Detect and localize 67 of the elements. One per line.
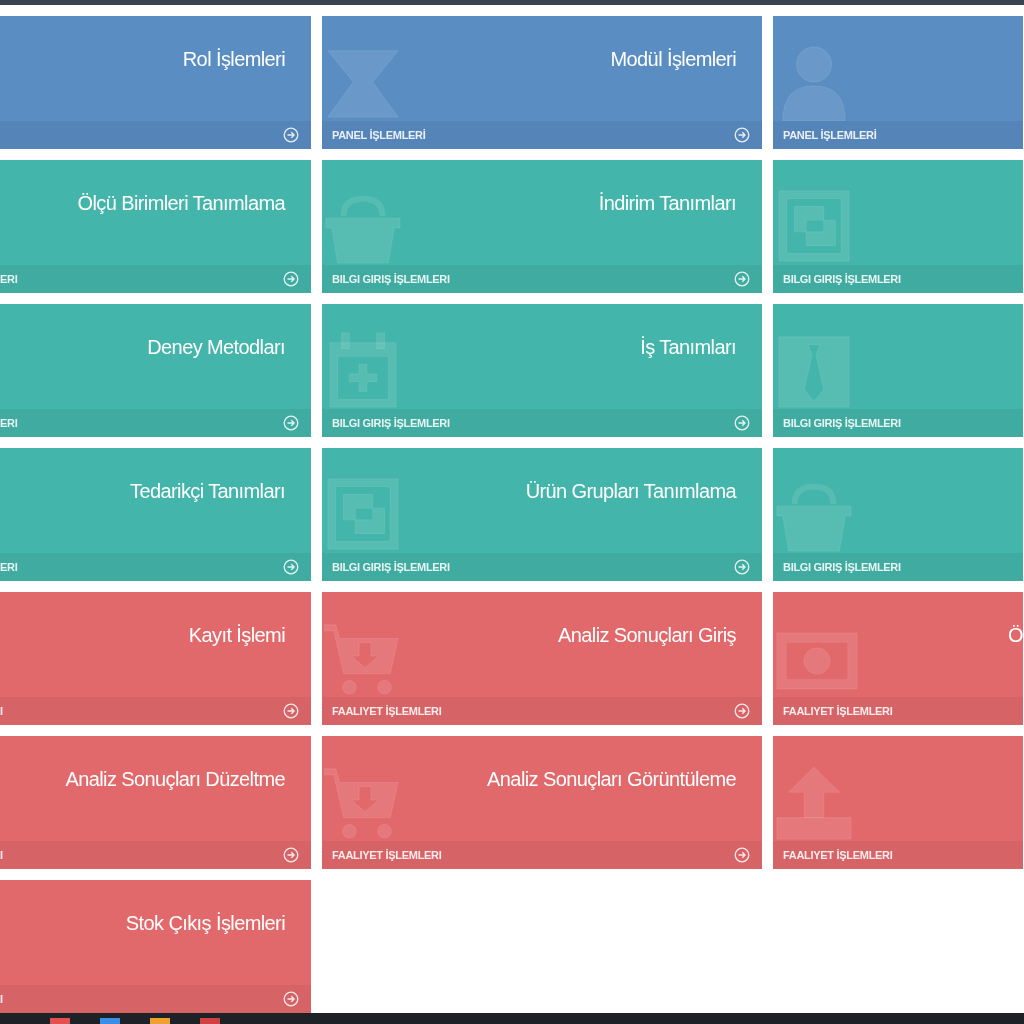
menu-tile[interactable]: Analiz Sonuçları Düzeltme I [0, 736, 311, 869]
tile-title: Deney Metodları [146, 335, 286, 359]
category-label: I [0, 993, 3, 1005]
menu-tile[interactable]: Ölçü Birimleri Tanımlama ERI [0, 160, 311, 293]
menu-tile[interactable]: FAALIYET İŞLEMLERI [773, 736, 1023, 869]
tile-title: Tedarikçi Tanımları [129, 479, 286, 503]
category-label: BILGI GIRIŞ İŞLEMLERI [783, 273, 901, 285]
category-label: PANEL İŞLEMLERİ [332, 129, 426, 141]
menu-tile[interactable]: Analiz Sonuçları Görüntüleme FAALIYET İŞLEMLERI [322, 736, 762, 869]
category-label: BILGI GIRIŞ İŞLEMLERI [332, 561, 450, 573]
arrow-circle-icon[interactable] [734, 271, 750, 287]
frames-icon [775, 187, 853, 265]
menu-tile[interactable]: Deney Metodları ERI [0, 304, 311, 437]
arrow-circle-icon[interactable] [734, 847, 750, 863]
menu-tile[interactable]: PANEL İŞLEMLERİ [773, 16, 1023, 149]
category-label: FAALIYET İŞLEMLERI [783, 705, 893, 717]
arrow-circle-icon[interactable] [283, 127, 299, 143]
category-label: I [0, 849, 3, 861]
category-label: BILGI GIRIŞ İŞLEMLERI [783, 561, 901, 573]
tile-title: Ö [1007, 623, 1023, 647]
menu-tile[interactable]: Stok Çıkış İşlemleri I [0, 880, 311, 1013]
arrow-circle-icon[interactable] [283, 415, 299, 431]
tile-title: Stok Çıkış İşlemleri [124, 911, 286, 935]
category-label: I [0, 705, 3, 717]
category-label: PANEL İŞLEMLERİ [783, 129, 877, 141]
tile-title: Ürün Grupları Tanımlama [524, 479, 738, 503]
category-label: ERI [0, 273, 18, 285]
tile-title: İndirim Tanımları [597, 191, 737, 215]
menu-tile[interactable]: BILGI GIRIŞ İŞLEMLERI [773, 160, 1023, 293]
category-label: ERI [0, 561, 18, 573]
menu-tile[interactable]: Rol İşlemleri [0, 16, 311, 149]
category-label: BILGI GIRIŞ İŞLEMLERI [332, 273, 450, 285]
menu-tile[interactable]: Kayıt İşlemi I [0, 592, 311, 725]
menu-tile[interactable]: Ö FAALIYET İŞLEMLERI [773, 592, 1023, 725]
category-label: FAALIYET İŞLEMLERI [332, 849, 442, 861]
banknote-icon [775, 631, 859, 691]
tile-title: Analiz Sonuçları Düzeltme [64, 767, 286, 791]
menu-tile[interactable]: Tedarikçi Tanımları ERI [0, 448, 311, 581]
arrow-circle-icon[interactable] [734, 703, 750, 719]
tile-title: Analiz Sonuçları Giriş [557, 623, 737, 647]
tile-title: Kayıt İşlemi [187, 623, 286, 647]
menu-tile[interactable]: Analiz Sonuçları Giriş FAALIYET İŞLEMLERI [322, 592, 762, 725]
arrow-circle-icon[interactable] [283, 703, 299, 719]
tile-title: İş Tanımları [639, 335, 737, 359]
tile-title: Rol İşlemleri [181, 47, 286, 71]
arrow-circle-icon[interactable] [283, 847, 299, 863]
menu-tile[interactable]: İş Tanımları BILGI GIRIŞ İŞLEMLERI [322, 304, 762, 437]
arrow-circle-icon[interactable] [734, 127, 750, 143]
menu-tile[interactable]: Modül İşlemleri PANEL İŞLEMLERİ [322, 16, 762, 149]
tile-title: Analiz Sonuçları Görüntüleme [486, 767, 737, 791]
category-label: FAALIYET İŞLEMLERI [332, 705, 442, 717]
menu-tile[interactable]: BILGI GIRIŞ İŞLEMLERI [773, 304, 1023, 437]
category-label: FAALIYET İŞLEMLERI [783, 849, 893, 861]
frames-icon [324, 475, 402, 553]
arrow-circle-icon[interactable] [734, 415, 750, 431]
arrow-circle-icon[interactable] [283, 559, 299, 575]
category-label: BILGI GIRIŞ İŞLEMLERI [783, 417, 901, 429]
tile-title: Ölçü Birimleri Tanımlama [76, 191, 287, 215]
arrow-circle-icon[interactable] [734, 559, 750, 575]
menu-tile[interactable]: İndirim Tanımları BILGI GIRIŞ İŞLEMLERI [322, 160, 762, 293]
arrow-circle-icon[interactable] [283, 271, 299, 287]
arrow-circle-icon[interactable] [283, 991, 299, 1007]
menu-tile[interactable]: BILGI GIRIŞ İŞLEMLERI [773, 448, 1023, 581]
menu-tile[interactable]: Ürün Grupları Tanımlama BILGI GIRIŞ İŞLEMLERI [322, 448, 762, 581]
category-label: ERI [0, 417, 18, 429]
category-label: BILGI GIRIŞ İŞLEMLERI [332, 417, 450, 429]
tile-title: Modül İşlemleri [609, 47, 737, 71]
